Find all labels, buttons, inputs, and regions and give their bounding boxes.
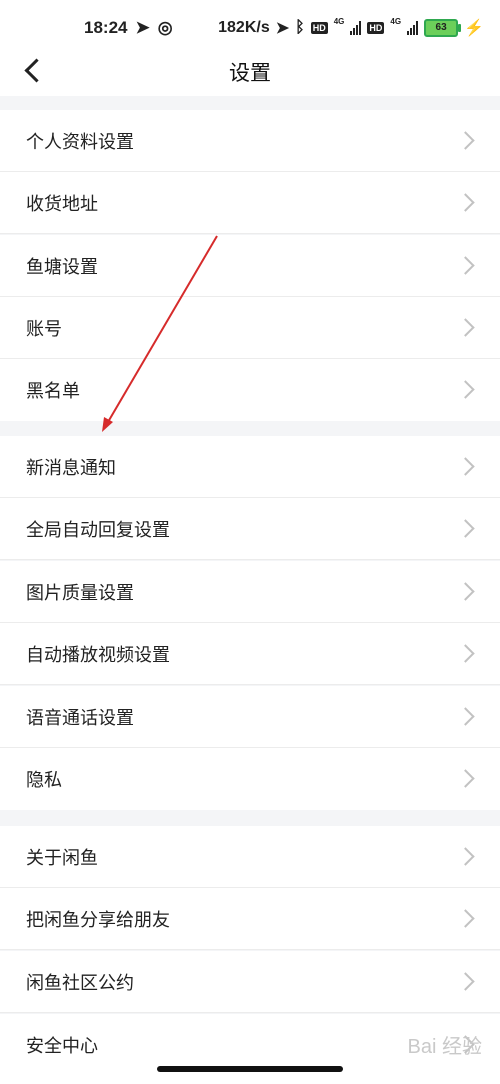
home-indicator[interactable] [157, 1066, 343, 1072]
signal-icon [407, 21, 419, 35]
settings-item-label: 图片质量设置 [26, 583, 134, 604]
settings-item-about[interactable]: 关于闲鱼 [0, 826, 500, 888]
settings-item-profile[interactable]: 个人资料设置 [0, 110, 500, 172]
settings-item-auto-reply[interactable]: 全局自动回复设置 [0, 498, 500, 560]
settings-item-autoplay-video[interactable]: 自动播放视频设置 [0, 623, 500, 685]
status-bar: 18:24 ➤ ◎ 182K/s ➤ ᛒ HD 4G HD 4G 63 ⚡ [0, 0, 500, 56]
chevron-right-icon [456, 644, 475, 663]
page-title: 设置 [229, 61, 271, 85]
chevron-right-icon [456, 707, 475, 726]
divider [0, 949, 500, 950]
settings-item-label: 安全中心 [26, 1036, 98, 1057]
chevron-right-icon [456, 909, 475, 928]
divider [0, 233, 500, 234]
chevron-right-icon [456, 380, 475, 399]
4g-icon: 4G [390, 17, 402, 26]
chevron-right-icon [456, 131, 475, 150]
battery-icon: 63 [424, 19, 462, 37]
location-icon: ➤ [135, 18, 150, 37]
settings-item-new-message-notification[interactable]: 新消息通知 [0, 436, 500, 498]
settings-item-account[interactable]: 账号 [0, 297, 500, 359]
settings-item-label: 把闲鱼分享给朋友 [26, 910, 170, 931]
charging-icon: ⚡ [464, 20, 484, 37]
chevron-right-icon [456, 519, 475, 538]
settings-item-image-quality[interactable]: 图片质量设置 [0, 561, 500, 623]
settings-item-label: 隐私 [26, 770, 62, 791]
chevron-right-icon [456, 582, 475, 601]
signal-icon [350, 21, 362, 35]
settings-item-share[interactable]: 把闲鱼分享给朋友 [0, 888, 500, 950]
chevron-right-icon [456, 847, 475, 866]
settings-item-label: 黑名单 [26, 381, 80, 402]
settings-item-fishpond[interactable]: 鱼塘设置 [0, 235, 500, 297]
network-speed-text: 182K/s [218, 19, 270, 36]
settings-item-label: 新消息通知 [26, 458, 116, 479]
hd-icon: HD [367, 22, 385, 34]
location-icon: ➤ [275, 20, 290, 37]
watermark: Bai 经验 [407, 1036, 482, 1058]
bluetooth-icon: ᛒ [295, 19, 305, 36]
settings-item-label: 个人资料设置 [26, 132, 134, 153]
chevron-right-icon [456, 457, 475, 476]
settings-item-label: 关于闲鱼 [26, 848, 98, 869]
navigation-bar: 设置 [0, 56, 500, 96]
divider [0, 1012, 500, 1013]
settings-item-label: 语音通话设置 [26, 708, 134, 729]
settings-item-label: 鱼塘设置 [26, 257, 98, 278]
4g-icon: 4G [333, 17, 345, 26]
settings-item-community-rules[interactable]: 闲鱼社区公约 [0, 951, 500, 1013]
chevron-right-icon [456, 256, 475, 275]
divider [0, 559, 500, 560]
chevron-right-icon [456, 193, 475, 212]
app-notification-icon: ◎ [157, 18, 173, 37]
settings-item-blacklist[interactable]: 黑名单 [0, 359, 500, 421]
settings-item-shipping-address[interactable]: 收货地址 [0, 172, 500, 234]
chevron-right-icon [456, 972, 475, 991]
divider [0, 684, 500, 685]
settings-item-privacy[interactable]: 隐私 [0, 748, 500, 810]
chevron-right-icon [456, 318, 475, 337]
time-text: 18:24 [84, 18, 128, 37]
hd-icon: HD [310, 22, 328, 34]
settings-item-label: 账号 [26, 319, 62, 340]
chevron-right-icon [456, 769, 475, 788]
settings-item-voice-call[interactable]: 语音通话设置 [0, 686, 500, 748]
settings-item-label: 全局自动回复设置 [26, 520, 170, 541]
settings-item-label: 自动播放视频设置 [26, 645, 170, 666]
settings-item-label: 闲鱼社区公约 [26, 973, 134, 994]
settings-item-label: 收货地址 [26, 194, 98, 215]
